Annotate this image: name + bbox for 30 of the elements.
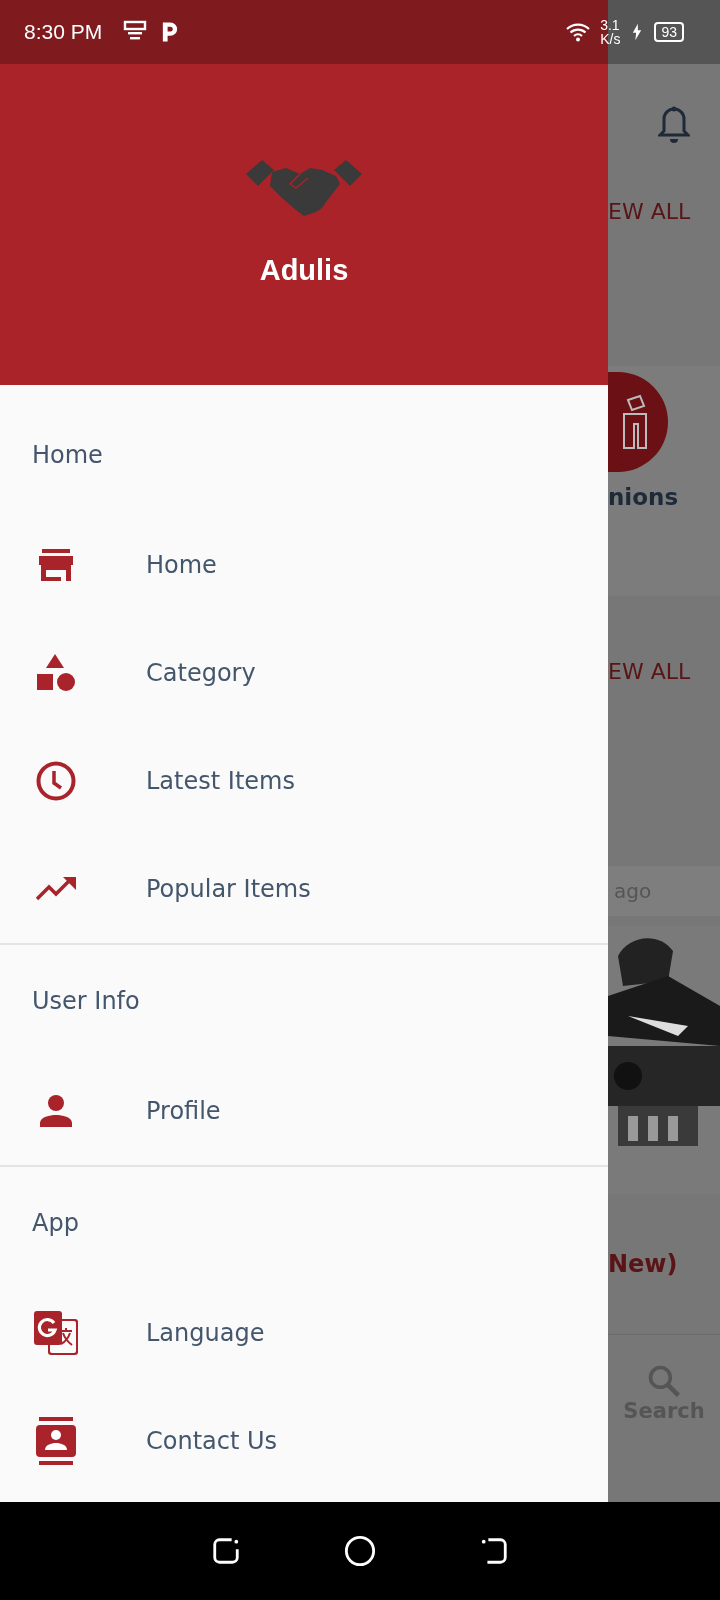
- wifi-icon: [566, 22, 591, 42]
- charging-icon: [632, 23, 643, 41]
- menu-item[interactable]: Home: [0, 511, 229, 619]
- app-name: Adulis: [259, 254, 349, 287]
- section-title: Home: [31, 440, 103, 471]
- network-speed: 3.1 K/s: [600, 18, 621, 46]
- section-title: App: [31, 1208, 79, 1239]
- home-button-icon[interactable]: [344, 1535, 376, 1567]
- category-icon: [608, 372, 668, 472]
- menu-item[interactable]: Contact Us: [0, 1387, 290, 1495]
- clock-icon: [36, 761, 76, 801]
- notification-bell-icon[interactable]: [658, 106, 690, 144]
- person-icon: [40, 1095, 72, 1127]
- menu-item[interactable]: Category: [0, 619, 268, 727]
- trending-up-icon: [36, 877, 76, 901]
- category-label: nions: [608, 484, 679, 510]
- menu-item[interactable]: Language: [0, 1279, 277, 1387]
- status-time: 8:30 PM: [24, 20, 103, 44]
- contact-icon: [36, 1417, 76, 1465]
- recent-apps-icon[interactable]: [211, 1536, 242, 1566]
- menu-item[interactable]: Profile: [0, 1057, 233, 1165]
- menu-item[interactable]: Popular Items: [0, 835, 323, 943]
- battery-indicator: 93: [654, 22, 684, 42]
- shapes-icon: [37, 654, 75, 692]
- section-heading: New): [608, 1250, 678, 1278]
- section-title: User Info: [31, 986, 140, 1017]
- parking-icon: [160, 20, 180, 44]
- translate-icon: [34, 1311, 78, 1355]
- menu-item[interactable]: Latest Items: [0, 727, 307, 835]
- store-icon: [39, 549, 73, 581]
